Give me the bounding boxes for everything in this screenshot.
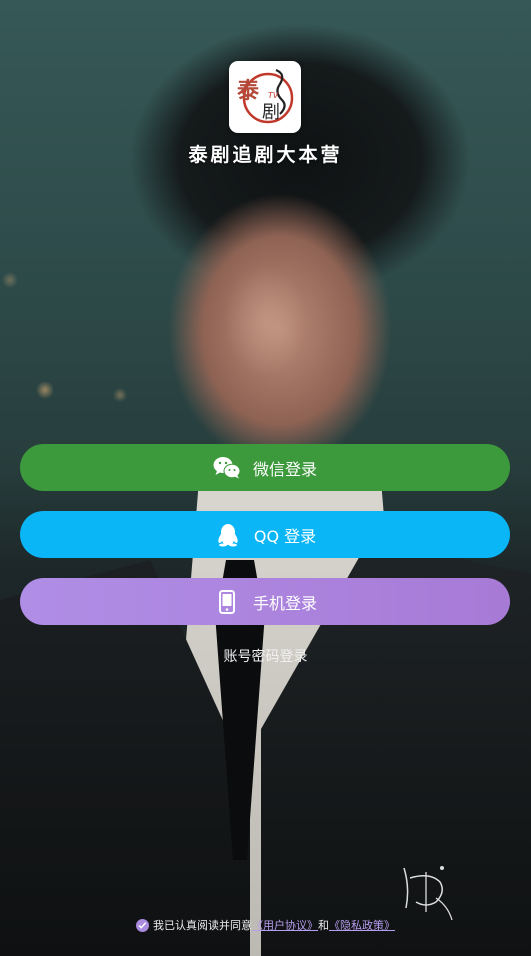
- agreement-and: 和: [318, 919, 329, 932]
- app-title: 泰剧追剧大本营: [188, 144, 343, 166]
- agreement-checkbox[interactable]: [136, 918, 149, 932]
- agreement-prefix: 我已认真阅读并同意: [153, 919, 252, 932]
- wechat-login-button[interactable]: 微信登录: [20, 444, 510, 491]
- privacy-policy-link[interactable]: 《隐私政策》: [329, 917, 395, 933]
- app-logo: 泰 剧 TV: [229, 61, 301, 133]
- qq-login-button[interactable]: QQ 登录: [20, 511, 510, 558]
- logo-text-tv: TV: [268, 91, 279, 100]
- check-icon: [138, 921, 147, 929]
- phone-login-label: 手机登录: [252, 593, 317, 613]
- wechat-icon: [213, 454, 241, 482]
- smartphone-icon: [213, 588, 241, 616]
- wechat-login-label: 微信登录: [252, 459, 317, 479]
- phone-login-button[interactable]: 手机登录: [20, 578, 510, 625]
- qq-login-label: QQ 登录: [253, 526, 317, 546]
- user-agreement-link[interactable]: 《用户协议》: [252, 917, 318, 933]
- account-password-login-link[interactable]: 账号密码登录: [0, 646, 531, 666]
- logo-text-main: 泰: [236, 78, 260, 104]
- logo-text-sub: 剧: [262, 102, 280, 123]
- qq-penguin-icon: [214, 521, 242, 549]
- agreement-row: 我已认真阅读并同意 《用户协议》 和 《隐私政策》: [0, 917, 531, 933]
- app-logo-graphic: 泰 剧 TV: [236, 68, 294, 124]
